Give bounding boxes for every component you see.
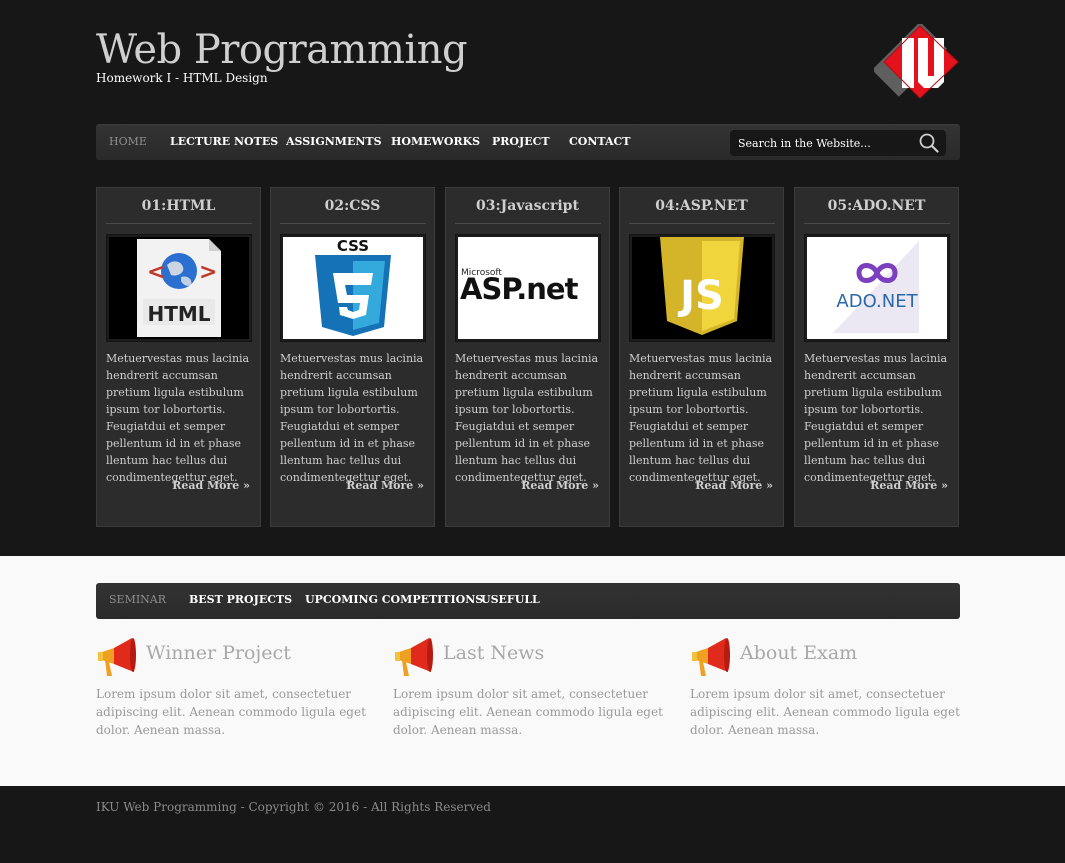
course-cards: 01:HTML < > HTML Metuervestas mus lacini… [96, 187, 960, 527]
card-image-frame[interactable]: CSS [280, 234, 426, 342]
iku-logo[interactable] [871, 21, 960, 100]
svg-text:ASP.net: ASP.net [460, 272, 579, 306]
nav-item-seminar[interactable]: SEMINAR [109, 583, 166, 617]
card-title: 05:ADO.NET [827, 198, 926, 214]
divider [804, 223, 950, 224]
header-section: Web Programming Homework I - HTML Design… [0, 0, 1065, 556]
card-title: 02:CSS [324, 198, 381, 214]
read-more-link[interactable]: Read More » [521, 479, 599, 492]
feature-text: Lorem ipsum dolor sit amet, consectetuer… [690, 687, 960, 737]
js-icon: JS [632, 237, 772, 339]
nav-item-assignments[interactable]: ASSIGNMENTS [286, 125, 382, 159]
feature-text: Lorem ipsum dolor sit amet, consectetuer… [96, 687, 366, 737]
svg-text:>: > [199, 260, 217, 285]
secondary-nav: SEMINAR BEST PROJECTS UPCOMING COMPETITI… [96, 583, 960, 619]
svg-text:<: < [147, 260, 165, 285]
read-more-link[interactable]: Read More » [172, 479, 250, 492]
feature-text: Lorem ipsum dolor sit amet, consectetuer… [393, 687, 663, 737]
nav-item-best-projects[interactable]: BEST PROJECTS [189, 583, 292, 617]
adonet-logo: ADO.NET [807, 237, 947, 339]
card-image-frame[interactable]: JS [629, 234, 775, 342]
main-nav: HOME LECTURE NOTES ASSIGNMENTS HOMEWORKS… [96, 124, 960, 160]
content-section: SEMINAR BEST PROJECTS UPCOMING COMPETITI… [0, 556, 1065, 786]
card-title: 04:ASP.NET [655, 198, 748, 214]
nav-item-homeworks[interactable]: HOMEWORKS [391, 125, 480, 159]
card-css: 02:CSS CSS Metuervestas mus lacinia hend… [270, 187, 435, 527]
site-subtitle: Homework I - HTML Design [96, 71, 268, 85]
nav-item-lecture-notes[interactable]: LECTURE NOTES [170, 125, 278, 159]
divider [629, 223, 775, 224]
nav-item-home[interactable]: HOME [109, 125, 147, 159]
search-box [730, 130, 946, 156]
read-more-link[interactable]: Read More » [346, 479, 424, 492]
feature-about-exam: About Exam Lorem ipsum dolor sit amet, c… [690, 634, 962, 744]
megaphone-icon [393, 636, 435, 678]
nav-item-contact[interactable]: CONTACT [569, 125, 630, 159]
svg-text:CSS: CSS [337, 237, 369, 255]
card-image-frame[interactable]: ADO.NET [804, 234, 950, 342]
svg-text:JS: JS [677, 273, 724, 319]
nav-item-usefull[interactable]: USEFULL [481, 583, 540, 617]
nav-item-project[interactable]: PROJECT [492, 125, 550, 159]
copyright-text: IKU Web Programming - Copyright © 2016 -… [96, 800, 491, 814]
feature-last-news: Last News Lorem ipsum dolor sit amet, co… [393, 634, 665, 744]
site-title: Web Programming [96, 27, 468, 73]
svg-text:HTML: HTML [147, 302, 210, 326]
card-image-frame[interactable]: < > HTML [106, 234, 252, 342]
feature-winner-project: Winner Project Lorem ipsum dolor sit ame… [96, 634, 368, 744]
card-image-frame[interactable]: Microsoft ASP.net [455, 234, 601, 342]
card-description: Metuervestas mus lacinia hendrerit accum… [280, 352, 424, 484]
card-adonet: 05:ADO.NET ADO.NET Metuervestas mus laci… [794, 187, 959, 527]
card-javascript: 03:Javascript Microsoft ASP.net Metuerve… [445, 187, 610, 527]
divider [455, 223, 601, 224]
search-icon[interactable] [918, 133, 940, 153]
nav-item-upcoming-competitions[interactable]: UPCOMING COMPETITIONS [305, 583, 483, 617]
card-title: 03:Javascript [476, 198, 579, 214]
html-icon: < > HTML [109, 237, 249, 339]
css3-icon: CSS [283, 237, 423, 339]
megaphone-icon [96, 636, 138, 678]
card-description: Metuervestas mus lacinia hendrerit accum… [804, 352, 948, 484]
aspnet-logo: Microsoft ASP.net [458, 237, 598, 339]
read-more-link[interactable]: Read More » [870, 479, 948, 492]
card-description: Metuervestas mus lacinia hendrerit accum… [629, 352, 773, 484]
megaphone-icon [690, 636, 732, 678]
divider [280, 223, 426, 224]
footer: IKU Web Programming - Copyright © 2016 -… [0, 786, 1065, 863]
card-description: Metuervestas mus lacinia hendrerit accum… [455, 352, 599, 484]
feature-title[interactable]: Winner Project [146, 642, 291, 664]
read-more-link[interactable]: Read More » [695, 479, 773, 492]
card-html: 01:HTML < > HTML Metuervestas mus lacini… [96, 187, 261, 527]
search-input[interactable] [738, 133, 908, 153]
svg-text:ADO.NET: ADO.NET [836, 291, 918, 312]
card-aspnet: 04:ASP.NET JS Metuervestas mus lacinia h… [619, 187, 784, 527]
divider [106, 223, 252, 224]
feature-title[interactable]: Last News [443, 642, 544, 664]
card-description: Metuervestas mus lacinia hendrerit accum… [106, 352, 250, 484]
feature-title[interactable]: About Exam [740, 642, 857, 664]
card-title: 01:HTML [141, 198, 216, 214]
